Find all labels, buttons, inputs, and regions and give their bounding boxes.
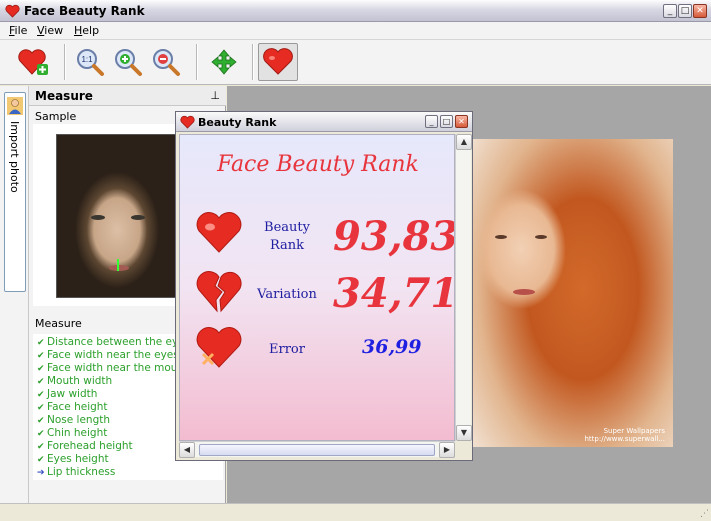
error-value: 36,99 bbox=[362, 336, 422, 358]
beauty-rank-content: Face Beauty Rank Beauty Rank 93,83 Variat… bbox=[179, 134, 455, 441]
measure-item-label: Eyes height bbox=[47, 453, 109, 465]
check-icon: ✔ bbox=[37, 377, 45, 387]
svg-text:1:1: 1:1 bbox=[81, 55, 93, 64]
sample-face-photo bbox=[56, 134, 179, 298]
check-icon: ✔ bbox=[37, 364, 45, 374]
measure-label: Measure bbox=[35, 317, 82, 330]
measure-item-label: Jaw width bbox=[47, 388, 98, 400]
check-icon: ✔ bbox=[37, 403, 45, 413]
status-bar: ⋰ bbox=[0, 503, 711, 521]
measure-item[interactable]: ✔ Face width near the eyes bbox=[37, 349, 179, 361]
dialog-minimize-button[interactable]: _ bbox=[425, 115, 438, 128]
check-icon: ✔ bbox=[37, 442, 45, 452]
check-icon: ✔ bbox=[37, 416, 45, 426]
measure-item[interactable]: ✔ Forehead height bbox=[37, 440, 133, 452]
check-icon: ✔ bbox=[37, 351, 45, 361]
measure-item[interactable]: ➔ Lip thickness bbox=[37, 466, 115, 478]
maximize-button[interactable]: □ bbox=[678, 4, 692, 18]
heart-app-icon bbox=[5, 4, 20, 18]
dialog-maximize-button[interactable]: □ bbox=[440, 115, 453, 128]
dialog-size-grip[interactable] bbox=[455, 441, 471, 457]
measure-item[interactable]: ✔ Mouth width bbox=[37, 375, 112, 387]
zoom-out-button[interactable] bbox=[146, 43, 186, 81]
person-icon bbox=[7, 97, 23, 115]
horizontal-scrollbar[interactable]: ◀ ▶ bbox=[179, 441, 455, 458]
measure-item-label: Face width near the eyes bbox=[47, 349, 179, 361]
measure-item-label: Lip thickness bbox=[47, 466, 116, 478]
add-photo-button[interactable] bbox=[14, 43, 54, 81]
beauty-rank-label: Beauty Rank bbox=[264, 220, 310, 253]
measure-item-label: Forehead height bbox=[47, 440, 133, 452]
close-button[interactable]: ✕ bbox=[693, 4, 707, 18]
vertical-scrollbar[interactable]: ▲ ▼ bbox=[455, 134, 472, 441]
measure-item[interactable]: ✔ Eyes height bbox=[37, 453, 109, 465]
measure-item-label: Distance between the eyes bbox=[47, 336, 191, 348]
measure-item-label: Chin height bbox=[47, 427, 108, 439]
analyzed-face-photo: Super Wallpapers http://www.superwall... bbox=[473, 139, 673, 447]
heart-plus-icon bbox=[18, 49, 48, 75]
scroll-down-button[interactable]: ▼ bbox=[456, 425, 472, 441]
window-title: Face Beauty Rank bbox=[24, 4, 145, 18]
beauty-rank-heading: Face Beauty Rank bbox=[217, 152, 419, 177]
menu-view[interactable]: View bbox=[37, 24, 63, 37]
variation-label: Variation bbox=[257, 287, 317, 302]
resize-grip-icon[interactable]: ⋰ bbox=[700, 509, 709, 519]
dialog-close-button[interactable]: ✕ bbox=[455, 115, 468, 128]
measure-item-label: Mouth width bbox=[47, 375, 113, 387]
minimize-button[interactable]: _ bbox=[663, 4, 677, 18]
beauty-rank-title: Beauty Rank bbox=[198, 116, 277, 129]
measure-item[interactable]: ✔ Nose length bbox=[37, 414, 110, 426]
menu-file[interactable]: File bbox=[9, 24, 27, 37]
beauty-rank-title-bar[interactable]: Beauty Rank _ □ ✕ bbox=[176, 112, 472, 132]
zoom-in-button[interactable] bbox=[108, 43, 148, 81]
side-tab-strip: Import photo bbox=[0, 86, 29, 503]
import-photo-tab[interactable]: Import photo bbox=[4, 92, 26, 292]
variation-value: 34,71 bbox=[333, 270, 455, 317]
main-title-bar[interactable]: Face Beauty Rank _ □ ✕ bbox=[0, 0, 711, 22]
toolbar: 1:1 bbox=[0, 40, 711, 85]
measure-item-label: Face width near the mouth bbox=[47, 362, 189, 374]
move-arrows-icon bbox=[211, 49, 237, 75]
measure-item[interactable]: ✔ Face width near the mouth bbox=[37, 362, 188, 374]
heart-icon bbox=[263, 48, 293, 75]
zoom-actual-size-button[interactable]: 1:1 bbox=[70, 43, 110, 81]
panel-header: Measure ⊥ bbox=[29, 86, 226, 106]
scroll-left-button[interactable]: ◀ bbox=[179, 442, 195, 458]
measure-item[interactable]: ✔ Chin height bbox=[37, 427, 107, 439]
import-photo-label: Import photo bbox=[8, 121, 21, 193]
pin-icon[interactable]: ⊥ bbox=[210, 89, 220, 102]
broken-heart-icon bbox=[196, 271, 242, 313]
beauty-rank-value: 93,83 bbox=[333, 213, 455, 260]
beauty-rank-button[interactable] bbox=[258, 43, 298, 81]
beauty-rank-window: Beauty Rank _ □ ✕ Face Beauty Rank Beaut… bbox=[175, 111, 473, 461]
heart-app-icon bbox=[180, 115, 195, 129]
photo-caption: Super Wallpapers http://www.superwall... bbox=[584, 427, 666, 443]
check-icon: ✔ bbox=[37, 338, 45, 348]
scroll-right-button[interactable]: ▶ bbox=[439, 442, 455, 458]
scroll-up-button[interactable]: ▲ bbox=[456, 134, 472, 150]
measure-item-label: Nose length bbox=[47, 414, 111, 426]
zoom-out-icon bbox=[153, 49, 180, 76]
sample-label: Sample bbox=[35, 110, 77, 123]
menu-help[interactable]: Help bbox=[74, 24, 99, 37]
check-icon: ✔ bbox=[37, 390, 45, 400]
check-icon: ✔ bbox=[37, 455, 45, 465]
panel-title: Measure bbox=[35, 89, 93, 103]
heart-icon bbox=[196, 212, 242, 253]
measure-item[interactable]: ✔ Jaw width bbox=[37, 388, 97, 400]
menu-bar: File View Help bbox=[0, 22, 711, 40]
check-icon: ✔ bbox=[37, 429, 45, 439]
measure-item[interactable]: ✔ Face height bbox=[37, 401, 108, 413]
zoom-in-icon bbox=[115, 49, 142, 76]
arrow-icon: ➔ bbox=[37, 468, 45, 478]
measure-item[interactable]: ✔ Distance between the eyes bbox=[37, 336, 190, 348]
zoom-1to1-icon: 1:1 bbox=[77, 49, 104, 76]
error-label: Error bbox=[269, 342, 305, 357]
fit-to-window-button[interactable] bbox=[204, 43, 244, 81]
crossed-heart-icon bbox=[196, 327, 242, 368]
horizontal-scroll-thumb[interactable] bbox=[199, 444, 435, 456]
measure-item-label: Face height bbox=[47, 401, 108, 413]
